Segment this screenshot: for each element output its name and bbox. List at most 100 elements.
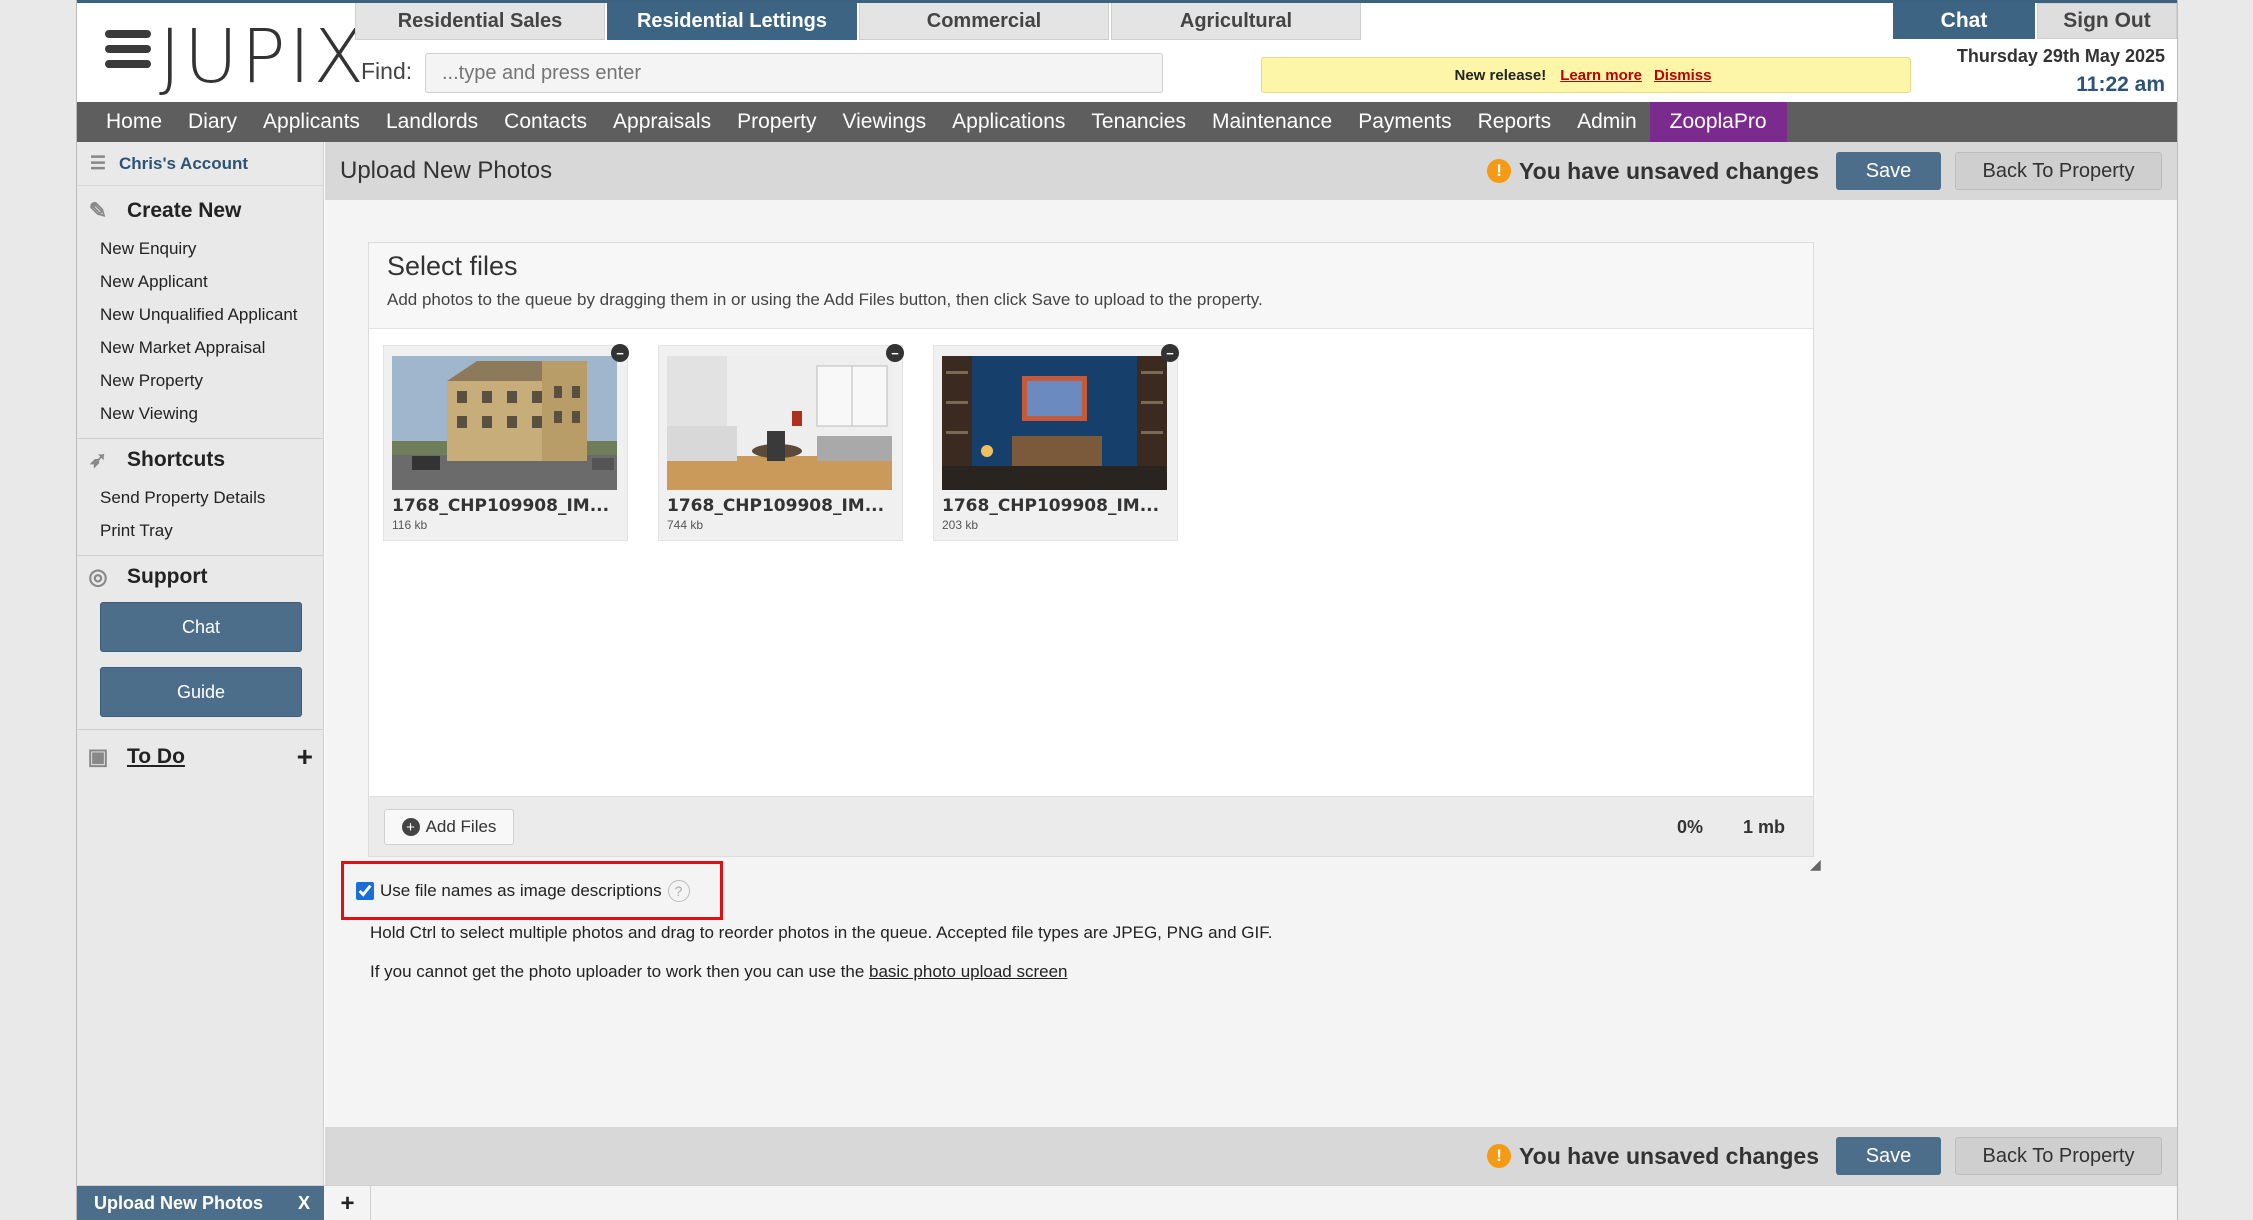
- nav-reports[interactable]: Reports: [1465, 102, 1565, 142]
- photo-thumbnail: [942, 356, 1167, 490]
- nav-applications[interactable]: Applications: [939, 102, 1078, 142]
- nav-zooplapro[interactable]: ZooplaPro: [1649, 102, 1787, 142]
- shortcuts-label: Shortcuts: [127, 448, 226, 471]
- sidebar-new-viewing[interactable]: New Viewing: [77, 397, 323, 430]
- todo-label[interactable]: To Do: [127, 745, 185, 769]
- resize-handle-icon[interactable]: ◢: [1810, 856, 1824, 872]
- release-label: New release!: [1454, 66, 1547, 84]
- dismiss-link[interactable]: Dismiss: [1654, 67, 1712, 84]
- upload-queue[interactable]: − 1768_CHP109908_IM... 116 kb − 1768_CHP…: [369, 329, 1813, 799]
- divider: [77, 729, 323, 730]
- nav-landlords[interactable]: Landlords: [373, 102, 491, 142]
- wrench-icon: ✎: [88, 198, 108, 223]
- file-size: 744 kb: [667, 518, 704, 532]
- photo-uploader: Select files Add photos to the queue by …: [368, 242, 1814, 857]
- remove-photo-icon[interactable]: −: [1161, 344, 1179, 362]
- help-icon[interactable]: ?: [667, 879, 690, 902]
- menu-icon[interactable]: [105, 30, 151, 75]
- use-filenames-checkbox[interactable]: [356, 881, 374, 900]
- jupix-logo[interactable]: JUPIX: [93, 14, 364, 100]
- release-banner: New release! Learn more Dismiss: [1261, 57, 1911, 93]
- select-files-title: Select files: [387, 251, 518, 281]
- nav-contacts[interactable]: Contacts: [491, 102, 600, 142]
- find-input[interactable]: [425, 53, 1163, 93]
- create-new-heading: ✎ Create New: [77, 190, 323, 232]
- support-label: Support: [127, 565, 208, 588]
- nav-home[interactable]: Home: [93, 102, 175, 142]
- nav-viewings[interactable]: Viewings: [829, 102, 939, 142]
- queue-item[interactable]: − 1768_CHP109908_IM... 203 kb: [933, 344, 1179, 541]
- uploader-header: Select files Add photos to the queue by …: [369, 243, 1813, 329]
- tab-residential-sales[interactable]: Residential Sales: [355, 3, 605, 40]
- nav-maintenance[interactable]: Maintenance: [1199, 102, 1345, 142]
- tab-commercial[interactable]: Commercial: [859, 3, 1109, 40]
- select-files-description: Add photos to the queue by dragging them…: [387, 290, 1263, 309]
- tab-agricultural[interactable]: Agricultural: [1111, 3, 1361, 40]
- nav-property[interactable]: Property: [724, 102, 829, 142]
- shortcuts-heading: ➶ Shortcuts: [77, 439, 323, 481]
- sidebar-new-applicant[interactable]: New Applicant: [77, 265, 323, 298]
- support-chat-button[interactable]: Chat: [100, 602, 302, 652]
- fallback-text: If you cannot get the photo uploader to …: [370, 962, 870, 981]
- add-tab-button[interactable]: +: [325, 1186, 371, 1220]
- rocket-icon: ➶: [88, 447, 108, 472]
- nav-tenancies[interactable]: Tenancies: [1078, 102, 1199, 142]
- create-new-label: Create New: [127, 199, 242, 222]
- back-to-property-button[interactable]: Back To Property: [1955, 152, 2162, 190]
- nav-payments[interactable]: Payments: [1345, 102, 1464, 142]
- nav-appraisals[interactable]: Appraisals: [600, 102, 724, 142]
- nav-applicants[interactable]: Applicants: [250, 102, 373, 142]
- file-size: 203 kb: [942, 518, 979, 532]
- sidebar-print-tray[interactable]: Print Tray: [77, 514, 323, 547]
- nav-admin[interactable]: Admin: [1564, 102, 1650, 142]
- sidebar-send-property-details[interactable]: Send Property Details: [77, 481, 323, 514]
- todo-heading[interactable]: ▣ To Do +: [77, 736, 323, 778]
- close-tab-icon[interactable]: X: [298, 1193, 310, 1214]
- plus-circle-icon: +: [401, 818, 420, 836]
- add-todo-icon[interactable]: +: [297, 741, 313, 773]
- sidebar-new-unqualified-applicant[interactable]: New Unqualified Applicant: [77, 298, 323, 331]
- sidebar-new-market-appraisal[interactable]: New Market Appraisal: [77, 331, 323, 364]
- account-label: Chris's Account: [119, 153, 249, 173]
- queue-item[interactable]: − 1768_CHP109908_IM... 116 kb: [383, 344, 629, 541]
- unsaved-text: You have unsaved changes: [1519, 1142, 1819, 1169]
- remove-photo-icon[interactable]: −: [886, 344, 904, 362]
- save-button[interactable]: Save: [1836, 152, 1941, 190]
- sidebar-new-enquiry[interactable]: New Enquiry: [77, 232, 323, 265]
- use-filenames-option[interactable]: Use file names as image descriptions ?: [341, 861, 723, 920]
- upload-progress: 0%: [1676, 817, 1703, 837]
- tab-residential-lettings[interactable]: Residential Lettings: [607, 3, 857, 40]
- app-window: JUPIX Residential Sales Residential Lett…: [76, 0, 2178, 1220]
- find-label: Find:: [361, 58, 413, 84]
- warning-icon: !: [1487, 1144, 1512, 1168]
- clipboard-icon: ▣: [87, 744, 109, 769]
- main-content: Upload New Photos ! You have unsaved cha…: [325, 142, 2177, 1185]
- account-link[interactable]: ☰ Chris's Account: [77, 142, 323, 186]
- open-tab-upload-photos[interactable]: Upload New Photos X: [77, 1186, 324, 1220]
- chat-button[interactable]: Chat: [1893, 3, 2035, 39]
- sidebar: ☰ Chris's Account ✎ Create New New Enqui…: [77, 142, 324, 1185]
- sign-out-button[interactable]: Sign Out: [2037, 3, 2177, 39]
- back-to-property-button[interactable]: Back To Property: [1955, 1137, 2162, 1175]
- current-date: Thursday 29th May 2025: [1956, 46, 2165, 66]
- add-files-label: Add Files: [425, 817, 497, 836]
- guide-button[interactable]: Guide: [100, 667, 302, 717]
- queue-item[interactable]: − 1768_CHP109908_IM... 744 kb: [658, 344, 904, 541]
- nav-diary[interactable]: Diary: [175, 102, 250, 142]
- page-title: Upload New Photos: [340, 157, 553, 184]
- save-button[interactable]: Save: [1836, 1137, 1941, 1175]
- uploader-footer: + Add Files 0% 1 mb: [369, 796, 1813, 856]
- learn-more-link[interactable]: Learn more: [1560, 67, 1642, 84]
- lifebuoy-icon: ◎: [88, 564, 108, 589]
- unsaved-changes: ! You have unsaved changes: [1487, 158, 1819, 185]
- photo-thumbnail: [667, 356, 892, 490]
- remove-photo-icon[interactable]: −: [611, 344, 629, 362]
- basic-upload-link[interactable]: basic photo upload screen: [869, 962, 1067, 981]
- sidebar-new-property[interactable]: New Property: [77, 364, 323, 397]
- bottom-action-bar: ! You have unsaved changes Save Back To …: [325, 1127, 2177, 1185]
- file-name: 1768_CHP109908_IM...: [392, 496, 610, 516]
- main-nav: Home Diary Applicants Landlords Contacts…: [77, 102, 2177, 142]
- add-files-button[interactable]: + Add Files: [384, 809, 514, 845]
- queue-hint: Hold Ctrl to select multiple photos and …: [370, 923, 1273, 942]
- open-tab-label: Upload New Photos: [94, 1193, 264, 1213]
